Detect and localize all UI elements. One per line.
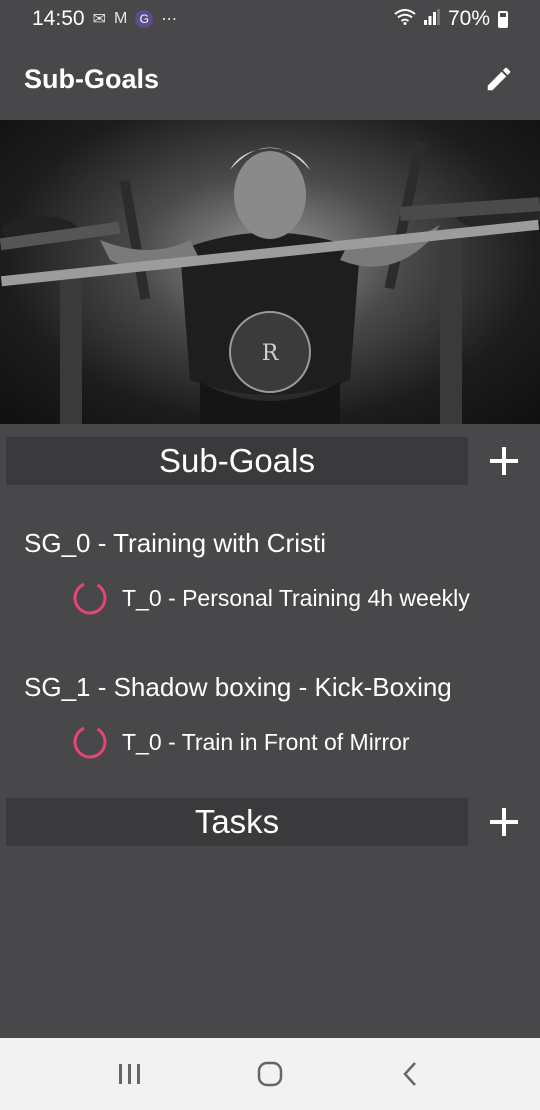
goal-cover-image: R: [0, 120, 540, 424]
progress-ring-icon: [73, 581, 107, 615]
task-label: T_0 - Personal Training 4h weekly: [122, 584, 470, 611]
mail-icon: ✉: [92, 11, 106, 28]
plus-icon: [490, 808, 518, 836]
progress-ring-icon: [73, 725, 107, 759]
add-subgoal-button[interactable]: [484, 441, 524, 481]
more-dots-icon: ⋯: [161, 11, 178, 28]
recent-apps-button[interactable]: [100, 1044, 160, 1104]
subgoal-title[interactable]: SG_1 - Shadow boxing - Kick-Boxing: [24, 672, 452, 703]
subgoals-header-label: Sub-Goals: [159, 442, 315, 479]
page-title: Sub-Goals: [24, 63, 160, 94]
subgoal-title[interactable]: SG_0 - Training with Cristi: [24, 528, 326, 559]
subgoals-section-header: Sub-Goals: [6, 437, 468, 485]
gmail-icon: M: [113, 10, 128, 27]
tasks-section-header: Tasks: [6, 798, 468, 846]
app-bar: Sub-Goals: [0, 38, 540, 120]
home-icon: [257, 1061, 283, 1087]
edit-pencil-icon[interactable]: [482, 62, 516, 96]
wifi-icon: [394, 7, 416, 31]
g-app-icon: G: [135, 10, 154, 28]
recent-apps-icon: [119, 1064, 140, 1084]
back-chevron-icon: [403, 1062, 416, 1086]
status-time: 14:50: [32, 7, 85, 30]
plus-icon: [490, 447, 518, 475]
status-right: 70%: [394, 7, 508, 31]
status-left: 14:50 ✉ M G ⋯: [32, 7, 177, 31]
task-label: T_0 - Train in Front of Mirror: [122, 728, 410, 755]
battery-icon: [498, 10, 508, 28]
signal-icon: [423, 7, 440, 31]
status-bar: 14:50 ✉ M G ⋯ 70%: [0, 0, 540, 38]
task-row[interactable]: T_0 - Train in Front of Mirror: [72, 724, 410, 760]
bench-press-illustration: R: [0, 140, 540, 424]
home-button[interactable]: [240, 1044, 300, 1104]
svg-text:R: R: [262, 341, 280, 366]
system-navigation-bar: [0, 1038, 540, 1110]
tasks-header-label: Tasks: [194, 803, 280, 840]
task-row[interactable]: T_0 - Personal Training 4h weekly: [72, 580, 470, 616]
battery-level: 70%: [447, 7, 490, 30]
add-task-button[interactable]: [484, 802, 524, 842]
back-button[interactable]: [380, 1044, 440, 1104]
